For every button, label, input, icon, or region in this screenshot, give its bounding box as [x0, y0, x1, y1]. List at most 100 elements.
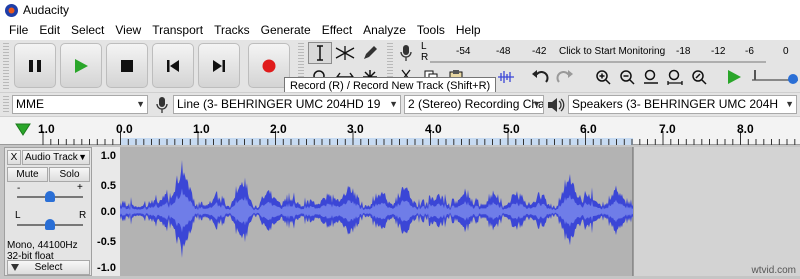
menu-tools[interactable]: Tools [412, 21, 451, 40]
mute-button[interactable]: Mute [7, 167, 48, 182]
stop-button[interactable] [106, 43, 148, 88]
menu-edit[interactable]: Edit [34, 21, 66, 40]
play-speed-slider[interactable] [752, 70, 798, 86]
recording-channels-value: 2 (Stereo) Recording Chai [408, 97, 544, 111]
track-control-panel[interactable]: X Audio Track ▼ Mute Solo - + L R Mono, … [4, 147, 92, 276]
play-at-speed-icon [728, 70, 741, 84]
waveform-icon [498, 71, 514, 83]
timeline-tick-label: 6.0 [580, 122, 597, 136]
menu-generate[interactable]: Generate [256, 21, 317, 40]
skip-to-end-button[interactable] [198, 43, 240, 88]
record-meter[interactable]: -54 -48 -42 Click to Start Monitoring -1… [430, 42, 766, 64]
title-bar: Audacity [0, 0, 800, 21]
waveform-display[interactable] [120, 147, 800, 276]
menu-select[interactable]: Select [66, 21, 110, 40]
amplitude-label: 0.5 [100, 180, 116, 192]
fit-project-button[interactable] [663, 66, 687, 88]
pause-button[interactable] [14, 43, 56, 88]
chevron-down-icon: ▼ [78, 152, 87, 162]
slider-tick [754, 70, 756, 80]
meter-scale-label: -18 [676, 46, 691, 57]
slider-thumb[interactable] [45, 219, 55, 230]
meter-scale-label: -42 [532, 46, 547, 57]
zoom-toggle-button[interactable] [687, 66, 711, 88]
menu-help[interactable]: Help [451, 21, 487, 40]
timeline-tick-label: 1.0 [193, 122, 210, 136]
gain-slider[interactable]: - + [17, 182, 87, 203]
window-title: Audacity [23, 3, 70, 17]
menu-tracks[interactable]: Tracks [209, 21, 256, 40]
device-toolbar-grip[interactable] [3, 96, 9, 114]
fit-selection-button[interactable] [639, 66, 663, 88]
playback-device-select[interactable]: Speakers (3- BEHRINGER UMC 204H ▼ [568, 95, 797, 114]
pan-slider[interactable]: L R [15, 210, 89, 230]
redo-icon [556, 70, 573, 83]
selection-tool-button[interactable] [308, 42, 332, 64]
timeline-tick-label: 5.0 [503, 122, 520, 136]
menu-bar: File Edit Select View Transport Tracks G… [0, 21, 800, 40]
track-select-label: Select [34, 262, 63, 273]
gain-plus-label: + [77, 182, 83, 193]
pan-left-label: L [15, 210, 21, 221]
record-meter-button[interactable] [394, 42, 418, 64]
track-close-button[interactable]: X [7, 150, 21, 165]
play-icon [75, 58, 88, 73]
silence-audio-button[interactable] [494, 66, 518, 88]
microphone-icon [156, 97, 168, 113]
meter-scale-label: -48 [496, 46, 511, 57]
stop-icon [121, 59, 133, 72]
track-name: Audio Track [25, 152, 78, 163]
timeline-ruler[interactable]: 1.0 0.0 1.0 2.0 3.0 4.0 5.0 6.0 7.0 8.0 [0, 116, 800, 145]
timeline-tick-label: 4.0 [425, 122, 442, 136]
envelope-tool-button[interactable] [333, 42, 357, 64]
zoom-out-button[interactable] [615, 66, 639, 88]
watermark: wtvid.com [751, 265, 796, 276]
zoom-in-button[interactable] [591, 66, 615, 88]
record-icon [262, 59, 276, 72]
track-select-button[interactable]: Select [7, 260, 90, 275]
record-channel-right: R [421, 52, 429, 63]
pencil-icon [364, 46, 377, 59]
track-menu-button[interactable]: Audio Track ▼ [22, 150, 90, 165]
solo-button[interactable]: Solo [49, 167, 90, 182]
chevron-down-icon: ▼ [136, 99, 145, 109]
recording-channels-select[interactable]: 2 (Stereo) Recording Chai ▼ [404, 95, 544, 114]
timeline-tick-label: 0.0 [116, 122, 133, 136]
play-at-speed-button[interactable] [722, 66, 746, 88]
audio-host-select[interactable]: MME ▼ [12, 95, 148, 114]
skip-to-start-button[interactable] [152, 43, 194, 88]
audacity-logo-icon [5, 4, 18, 17]
track-area: X Audio Track ▼ Mute Solo - + L R Mono, … [0, 145, 800, 279]
track-info: Mono, 44100Hz 32-bit float [7, 240, 78, 262]
playback-device-value: Speakers (3- BEHRINGER UMC 204H [572, 97, 779, 111]
slider-thumb[interactable] [45, 191, 55, 202]
collapse-arrow-icon [11, 264, 19, 271]
draw-tool-button[interactable] [358, 42, 382, 64]
redo-button[interactable] [553, 66, 577, 88]
zoom-in-icon [596, 70, 611, 85]
menu-effect[interactable]: Effect [317, 21, 358, 40]
menu-view[interactable]: View [110, 21, 147, 40]
meter-scale-label: -12 [711, 46, 726, 57]
audio-host-value: MME [16, 97, 44, 111]
pan-right-label: R [79, 210, 87, 221]
menu-transport[interactable]: Transport [147, 21, 209, 40]
monitoring-label[interactable]: Click to Start Monitoring [559, 46, 665, 57]
play-button[interactable] [60, 43, 102, 88]
amplitude-ruler[interactable]: 1.0 0.5 0.0 -0.5 -1.0 [92, 147, 120, 276]
undo-button[interactable] [528, 66, 552, 88]
chevron-down-icon: ▼ [532, 99, 541, 109]
recording-device-select[interactable]: Line (3- BEHRINGER UMC 204HD 19 ▼ [173, 95, 401, 114]
record-channel-labels: L R [421, 41, 428, 63]
device-toolbar: MME ▼ Line (3- BEHRINGER UMC 204HD 19 ▼ … [0, 92, 800, 116]
menu-file[interactable]: File [4, 21, 34, 40]
toolbar-grip[interactable] [3, 43, 9, 89]
amplitude-label: 1.0 [100, 150, 116, 162]
meter-scale-label: 0 [783, 46, 789, 57]
slider-thumb[interactable] [788, 74, 798, 84]
amplitude-label: -0.5 [97, 236, 116, 248]
fit-selection-icon [644, 69, 658, 84]
track-format: Mono, 44100Hz [7, 240, 78, 251]
microphone-icon [400, 45, 412, 61]
menu-analyze[interactable]: Analyze [358, 21, 412, 40]
